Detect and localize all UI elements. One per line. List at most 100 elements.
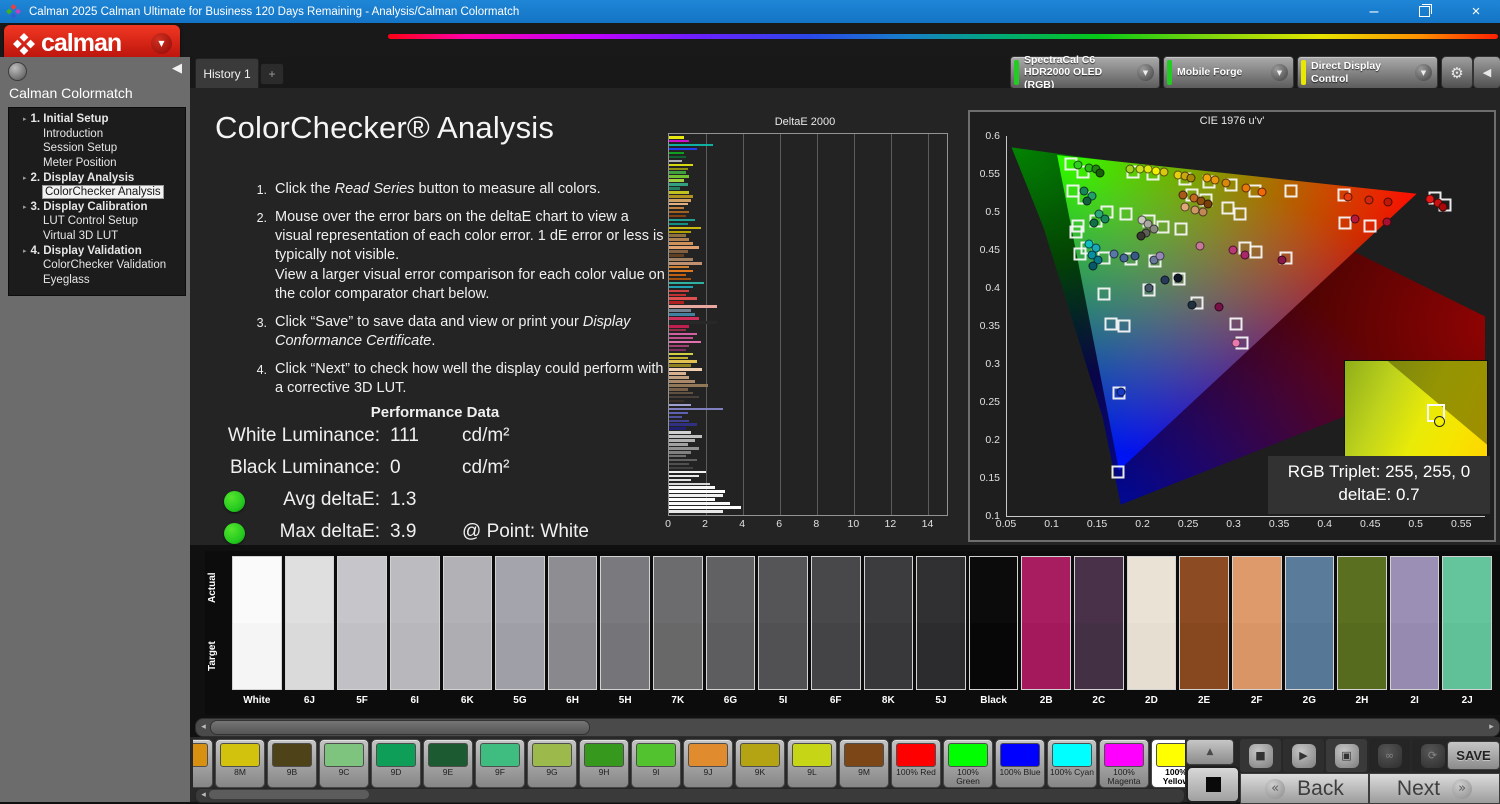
deltae-bar[interactable] bbox=[669, 325, 690, 328]
preset-9m[interactable]: 9M bbox=[839, 739, 889, 788]
expand-up-button[interactable]: ▲ bbox=[1186, 739, 1234, 765]
measured-point[interactable] bbox=[1130, 251, 1140, 261]
deltae-bar[interactable] bbox=[669, 147, 697, 151]
measured-point[interactable] bbox=[1089, 218, 1099, 228]
measured-point[interactable] bbox=[1187, 300, 1197, 310]
measured-point[interactable] bbox=[1240, 250, 1250, 260]
deltae-bar[interactable] bbox=[669, 356, 688, 359]
deltae-bar[interactable] bbox=[669, 423, 697, 426]
deltae-bar[interactable] bbox=[669, 391, 694, 395]
stop-button[interactable]: ■ bbox=[1240, 739, 1281, 772]
preset-100-green[interactable]: 100% Green bbox=[943, 739, 993, 788]
preset-9e[interactable]: 9E bbox=[423, 739, 473, 788]
preset-9c[interactable]: 9C bbox=[319, 739, 369, 788]
source-dropdown-chevron[interactable]: ▼ bbox=[1271, 64, 1288, 81]
deltae-bar[interactable] bbox=[669, 384, 708, 387]
deltae-bar[interactable] bbox=[669, 199, 692, 202]
deltae-bar[interactable] bbox=[669, 297, 697, 300]
deltae-bar[interactable] bbox=[669, 352, 694, 356]
measured-point[interactable] bbox=[1257, 187, 1267, 197]
deltae-bar[interactable] bbox=[669, 486, 716, 489]
next-button[interactable]: Next » bbox=[1369, 773, 1500, 804]
deltae-bar[interactable] bbox=[669, 289, 690, 293]
deltae-bar[interactable] bbox=[669, 136, 684, 139]
deltae-bar[interactable] bbox=[669, 403, 692, 407]
measured-point[interactable] bbox=[1210, 175, 1220, 185]
deltae-bar[interactable] bbox=[669, 277, 692, 281]
sidebar-collapse-button[interactable]: ◀ bbox=[172, 61, 182, 76]
sidebar-item-colorchecker-validation[interactable]: ColorChecker Validation bbox=[9, 258, 185, 273]
sidebar-item-4-display-validation[interactable]: ▸ 4. Display Validation bbox=[9, 243, 185, 258]
deltae-bar[interactable] bbox=[669, 222, 688, 226]
read-series-button[interactable]: ▶ bbox=[1283, 739, 1324, 772]
meter-dropdown-chevron[interactable]: ▼ bbox=[1137, 64, 1154, 81]
deltae-bar[interactable] bbox=[669, 348, 686, 352]
measured-point[interactable] bbox=[1203, 199, 1213, 209]
meter-profile-button[interactable]: ∞ bbox=[1369, 739, 1410, 772]
deltae-bar[interactable] bbox=[669, 466, 694, 470]
measured-point[interactable] bbox=[1214, 302, 1224, 312]
logo-menu-button[interactable]: ▼ bbox=[151, 33, 172, 54]
sidebar-item-eyeglass[interactable]: Eyeglass bbox=[9, 273, 185, 288]
measured-point[interactable] bbox=[1228, 245, 1238, 255]
deltae-bar[interactable] bbox=[669, 435, 703, 438]
read-single-button[interactable]: ▣ bbox=[1326, 739, 1367, 772]
deltae-bar[interactable] bbox=[669, 195, 694, 198]
deltae-bar[interactable] bbox=[669, 214, 686, 218]
measured-point[interactable] bbox=[1160, 275, 1170, 285]
deltae-bar[interactable] bbox=[669, 258, 694, 261]
deltae-bar[interactable] bbox=[669, 171, 686, 174]
deltae-bar[interactable] bbox=[669, 250, 688, 253]
deltae-bar[interactable] bbox=[669, 451, 692, 454]
measured-point[interactable] bbox=[1350, 214, 1360, 224]
measured-point[interactable] bbox=[1173, 273, 1183, 283]
deltae-bar[interactable] bbox=[669, 269, 694, 273]
deltae-bar[interactable] bbox=[669, 139, 690, 143]
deltae-bar[interactable] bbox=[669, 210, 690, 214]
deltae-bar[interactable] bbox=[669, 388, 688, 391]
preset-100-magenta[interactable]: 100% Magenta bbox=[1099, 739, 1149, 788]
minimize-button[interactable]: – bbox=[1352, 0, 1396, 23]
preset-9i[interactable]: 9I bbox=[631, 739, 681, 788]
scroll-right-icon[interactable]: ▸ bbox=[1485, 720, 1498, 733]
deltae-bar[interactable] bbox=[669, 234, 686, 237]
deltae-bar[interactable] bbox=[669, 293, 686, 296]
deltae-bar[interactable] bbox=[669, 502, 731, 505]
measured-point[interactable] bbox=[1144, 283, 1154, 293]
measured-point[interactable] bbox=[1100, 214, 1110, 224]
deltae-bar[interactable] bbox=[669, 321, 718, 324]
deltae-bar[interactable] bbox=[669, 411, 688, 415]
panel-collapse-button[interactable]: ◀ bbox=[1473, 56, 1500, 89]
patch-window-button[interactable] bbox=[1186, 766, 1240, 803]
preset-9f[interactable]: 9F bbox=[475, 739, 525, 788]
measured-point[interactable] bbox=[1382, 217, 1392, 227]
deltae-bar[interactable] bbox=[669, 273, 686, 277]
deltae-bar[interactable] bbox=[669, 175, 690, 178]
deltae-bar[interactable] bbox=[669, 332, 697, 336]
deltae-bar[interactable] bbox=[669, 458, 697, 462]
add-tab-button[interactable]: + bbox=[260, 63, 284, 85]
workflow-indicator-button[interactable] bbox=[8, 62, 27, 81]
measured-point[interactable] bbox=[1073, 160, 1083, 170]
measured-point[interactable] bbox=[1095, 168, 1105, 178]
deltae-bar[interactable] bbox=[669, 494, 723, 497]
measured-point[interactable] bbox=[1231, 338, 1241, 348]
sidebar-item-2-display-analysis[interactable]: ▸ 2. Display Analysis bbox=[9, 170, 185, 185]
measured-point[interactable] bbox=[1159, 167, 1169, 177]
deltae-bar[interactable] bbox=[669, 281, 705, 285]
deltae-bar[interactable] bbox=[669, 246, 699, 249]
deltae-bar[interactable] bbox=[669, 506, 742, 509]
close-button[interactable]: × bbox=[1452, 0, 1500, 23]
display-dropdown-chevron[interactable]: ▼ bbox=[1415, 64, 1432, 81]
deltae-bar[interactable] bbox=[669, 439, 695, 442]
deltae-bar[interactable] bbox=[669, 482, 710, 485]
measured-point[interactable] bbox=[1180, 202, 1190, 212]
preset-9l[interactable]: 9L bbox=[787, 739, 837, 788]
deltae-bar[interactable] bbox=[669, 360, 697, 363]
deltae-bar[interactable] bbox=[669, 317, 699, 320]
deltae-bar[interactable] bbox=[669, 344, 690, 348]
deltae-bar[interactable] bbox=[669, 305, 718, 308]
sidebar-item-1-initial-setup[interactable]: ▸ 1. Initial Setup bbox=[9, 112, 185, 127]
scrollbar-thumb[interactable] bbox=[209, 790, 369, 799]
preset-100-blue[interactable]: 100% Blue bbox=[995, 739, 1045, 788]
